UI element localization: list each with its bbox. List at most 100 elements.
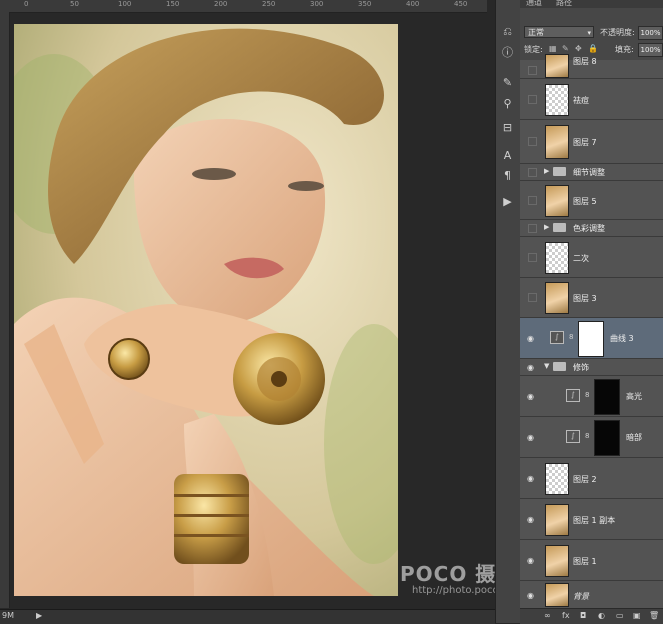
eye-icon[interactable]: ◉ [526,515,535,524]
info-icon[interactable]: ⓘ [500,45,515,60]
layer-row[interactable]: 图层 3 [520,278,663,318]
history-icon[interactable]: ⎌ [500,24,515,39]
link-layers-icon[interactable]: ∞ [544,611,551,620]
layer-name: 祛痘 [573,96,589,105]
layer-thumbnail [545,125,569,159]
layer-row[interactable]: ◉ 图层 1 [520,540,663,581]
eye-icon[interactable]: ◉ [526,556,535,565]
layer-row[interactable]: ◉ ∫ 8 暗部 [520,417,663,458]
layer-name: 图层 3 [573,294,597,303]
layer-row[interactable]: 图层 7 [520,120,663,164]
ruler-tick: 150 [166,0,180,8]
layer-name: 曲线 3 [610,334,634,343]
layer-row[interactable]: 图层 5 [520,181,663,220]
blend-mode-select[interactable]: 正常 ▾ [524,26,594,38]
actions-icon[interactable]: ▶ [500,194,515,209]
expand-arrow-icon[interactable]: ▶ [544,167,549,175]
horizontal-ruler: 0 50 100 150 200 250 300 350 400 450 [0,0,487,13]
layer-thumbnail [545,504,569,536]
layer-row[interactable]: ◉ 图层 1 副本 [520,499,663,540]
visibility-toggle[interactable] [528,253,537,262]
link-icon[interactable]: 8 [585,391,589,399]
layer-row-selected[interactable]: ◉ ∫ 8 曲线 3 [520,318,663,359]
collapsed-panel-dock: ⎌ ⓘ ✎ ⚲ ⊟ A ¶ ▶ [495,0,521,623]
expand-arrow-icon[interactable]: ▶ [544,223,549,231]
trash-icon[interactable]: 🗑 [649,611,659,620]
layer-thumbnail [545,84,569,116]
collapse-arrow-icon[interactable]: ▼ [544,362,549,370]
brush-icon[interactable]: ✎ [500,75,515,90]
link-icon[interactable]: 8 [569,333,573,341]
fx-icon[interactable]: fx [562,611,570,620]
layer-thumbnail [545,282,569,314]
layer-row[interactable]: ◉ 背景 [520,581,663,609]
add-mask-icon[interactable]: ◘ [580,611,586,620]
layer-row[interactable]: ◉ ∫ 8 高光 [520,376,663,417]
layer-group-row[interactable]: ▶ 色彩调整 [520,220,663,237]
status-menu-arrow[interactable]: ▶ [36,611,42,620]
link-icon[interactable]: 8 [585,432,589,440]
new-group-icon[interactable]: ▭ [616,611,624,620]
layers-panel: 通道 路径 正常 ▾ 不透明度: 100% 锁定: ▦ ✎ ✥ 🔒 填充: 10… [520,0,663,624]
layer-row[interactable]: 祛痘 [520,79,663,120]
doc-size-readout: 9M [2,611,14,620]
layer-thumbnail [545,463,569,495]
new-layer-icon[interactable]: ▣ [633,611,641,620]
layer-thumbnail [545,185,569,217]
tab-paths[interactable]: 路径 [556,0,572,8]
opacity-input[interactable]: 100% [638,26,663,40]
layer-name: 图层 8 [573,57,597,66]
tab-channels[interactable]: 通道 [526,0,542,8]
layer-row[interactable]: ◉ 图层 2 [520,458,663,499]
eye-icon[interactable]: ◉ [526,591,535,600]
layer-name: 图层 1 副本 [573,516,616,525]
layer-row[interactable]: 二次 [520,237,663,278]
eye-icon[interactable]: ◉ [526,363,535,372]
layer-thumbnail [545,242,569,274]
lock-all-icon[interactable]: 🔒 [588,44,598,53]
fill-input[interactable]: 100% [638,43,663,57]
eye-icon[interactable]: ◉ [526,392,535,401]
tool-presets-icon[interactable]: ⊟ [500,120,515,135]
layer-name: 图层 1 [573,557,597,566]
panel-tabs: 通道 路径 [520,0,663,8]
clone-source-icon[interactable]: ⚲ [500,96,515,111]
folder-icon [553,362,566,371]
ruler-tick: 400 [406,0,420,8]
blend-options-row: 正常 ▾ 不透明度: 100% [520,24,663,41]
paragraph-icon[interactable]: ¶ [500,168,515,183]
visibility-toggle[interactable] [528,168,537,177]
visibility-toggle[interactable] [528,196,537,205]
lock-transparent-icon[interactable]: ▦ [549,44,557,53]
lock-position-icon[interactable]: ✥ [575,44,582,53]
visibility-toggle[interactable] [528,66,537,75]
layer-name: 二次 [573,254,589,263]
layer-mask-thumbnail[interactable] [594,379,620,415]
chevron-down-icon: ▾ [587,29,591,37]
lock-image-icon[interactable]: ✎ [562,44,569,53]
layer-name: 色彩调整 [573,224,605,233]
character-icon[interactable]: A [500,148,515,163]
curves-adjustment-icon: ∫ [550,331,564,344]
layer-group-row[interactable]: ◉ ▼ 修饰 [520,359,663,376]
portrait-photo[interactable] [14,24,398,596]
layer-mask-thumbnail[interactable] [594,420,620,456]
layer-mask-thumbnail[interactable] [578,321,604,357]
ruler-tick: 0 [24,0,29,8]
layer-row[interactable]: 图层 8 [520,54,663,79]
eye-icon[interactable]: ◉ [526,433,535,442]
opacity-label: 不透明度: [600,28,635,37]
eye-icon[interactable]: ◉ [526,334,535,343]
visibility-toggle[interactable] [528,224,537,233]
layer-thumbnail [545,545,569,577]
visibility-toggle[interactable] [528,95,537,104]
layer-name: 图层 7 [573,138,597,147]
eye-icon[interactable]: ◉ [526,474,535,483]
layer-name: 高光 [626,392,642,401]
adjustment-layer-icon[interactable]: ◐ [598,611,605,620]
curves-adjustment-icon: ∫ [566,389,580,402]
folder-icon [553,223,566,232]
visibility-toggle[interactable] [528,137,537,146]
layer-group-row[interactable]: ▶ 细节调整 [520,164,663,181]
visibility-toggle[interactable] [528,293,537,302]
